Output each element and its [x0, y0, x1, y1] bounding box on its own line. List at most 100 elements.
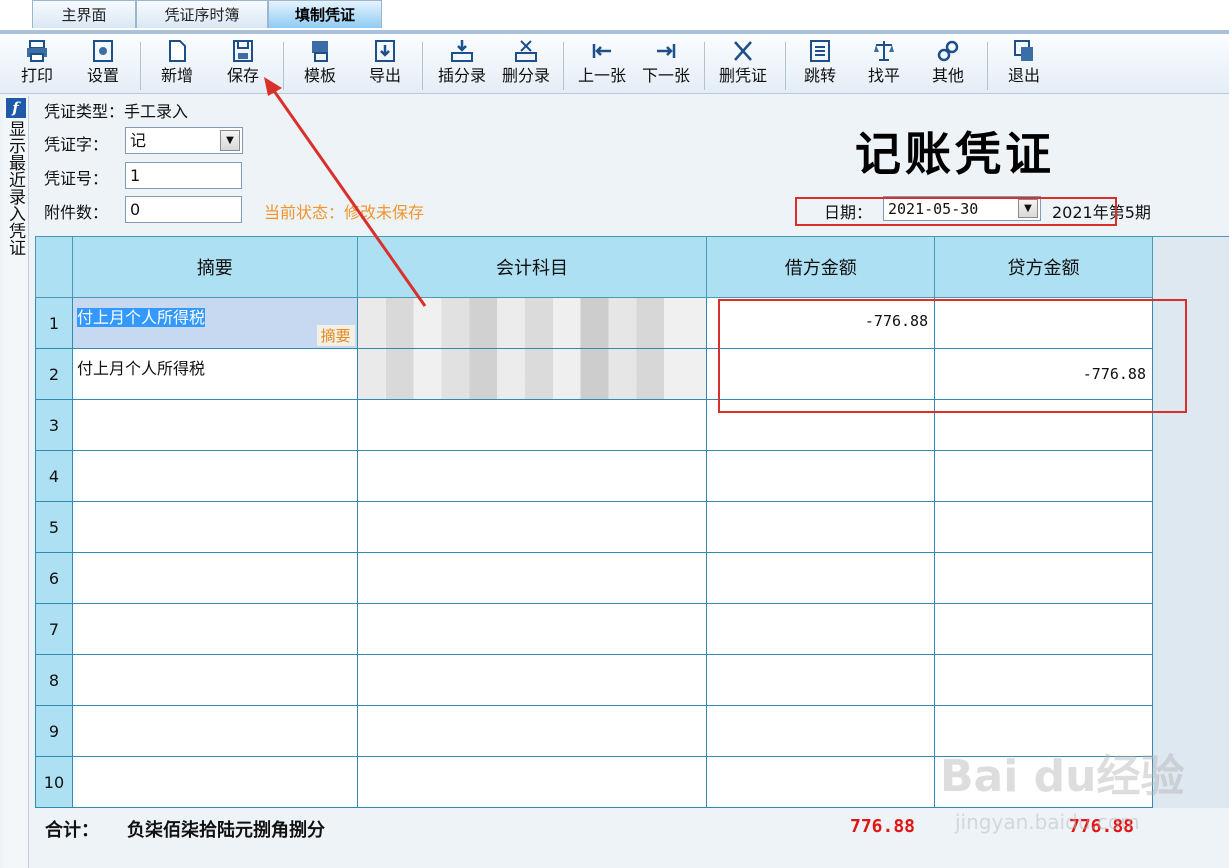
table-row: 5: [35, 501, 1153, 553]
insert-entry-button[interactable]: 插分录: [432, 38, 492, 92]
row-number: 8: [35, 654, 73, 706]
delete-entry-button[interactable]: 删分录: [496, 38, 556, 92]
account-cell[interactable]: [356, 348, 708, 400]
summary-cell[interactable]: 付上月个人所得税: [71, 348, 358, 400]
credit-cell[interactable]: [934, 552, 1153, 604]
function-icon: f: [5, 98, 26, 118]
totals-label: 合计：: [45, 820, 99, 841]
account-cell[interactable]: [356, 603, 708, 655]
debit-cell[interactable]: [706, 603, 936, 655]
next-voucher-button[interactable]: 下一张: [636, 38, 696, 92]
toolbar-separator: [140, 42, 141, 90]
credit-cell[interactable]: [934, 501, 1153, 553]
summary-cell[interactable]: [71, 501, 358, 553]
account-cell[interactable]: [356, 654, 708, 706]
summary-text: 付上月个人所得税: [76, 308, 205, 327]
account-cell[interactable]: [356, 297, 708, 349]
voucher-number-label: 凭证号：: [44, 169, 109, 188]
date-highlight-box: [795, 197, 1117, 226]
row-number: 6: [35, 552, 73, 604]
tab-voucher-journal[interactable]: 凭证序时簿: [136, 0, 268, 28]
delete-voucher-button[interactable]: 删凭证: [713, 38, 773, 92]
summary-cell[interactable]: [71, 603, 358, 655]
summary-cell[interactable]: [71, 756, 358, 808]
credit-cell[interactable]: [934, 654, 1153, 706]
jump-icon: [797, 38, 843, 66]
credit-cell[interactable]: [934, 603, 1153, 655]
totals-in-words: 负柒佰柒拾陆元捌角捌分: [127, 820, 325, 841]
summary-cell[interactable]: [71, 552, 358, 604]
scale-icon: [861, 38, 907, 66]
voucher-number-input[interactable]: 1: [125, 162, 242, 189]
new-button[interactable]: 新增: [154, 38, 200, 92]
account-cell[interactable]: [356, 552, 708, 604]
tab-main[interactable]: 主界面: [32, 0, 136, 28]
save-button[interactable]: 保存: [220, 38, 266, 92]
debit-cell[interactable]: [706, 756, 936, 808]
row-number: 10: [35, 756, 73, 808]
credit-cell[interactable]: [934, 450, 1153, 502]
new-file-icon: [154, 38, 200, 66]
exit-button[interactable]: 退出: [1001, 38, 1047, 92]
attachment-count-label: 附件数：: [44, 203, 109, 222]
export-icon: [362, 38, 408, 66]
close-icon: [713, 38, 773, 66]
debit-cell[interactable]: [706, 552, 936, 604]
jump-button[interactable]: 跳转: [797, 38, 843, 92]
watermark-url: jingyan.baidu.com: [955, 810, 1140, 834]
row-number: 4: [35, 450, 73, 502]
tab-fill-voucher[interactable]: 填制凭证: [268, 0, 382, 28]
voucher-type-label: 凭证类型：: [44, 102, 125, 121]
chevron-down-icon[interactable]: ▼: [220, 130, 240, 151]
account-cell[interactable]: [356, 756, 708, 808]
summary-header: 摘要: [71, 236, 358, 298]
row-number: 2: [35, 348, 73, 400]
row-number: 9: [35, 705, 73, 757]
debit-cell[interactable]: [706, 654, 936, 706]
attachment-count-input[interactable]: 0: [125, 196, 242, 223]
summary-cell[interactable]: [71, 450, 358, 502]
other-button[interactable]: 其他: [925, 38, 971, 92]
page-title: 记账凭证: [855, 127, 1055, 181]
balance-button[interactable]: 找平: [861, 38, 907, 92]
account-cell[interactable]: [356, 399, 708, 451]
watermark-logo: Bai du经验: [940, 751, 1185, 802]
voucher-type-row: 凭证类型：手工录入: [44, 98, 188, 122]
credit-header: 贷方金额: [934, 236, 1153, 298]
tab-bar: 主界面 凭证序时簿 填制凭证: [0, 0, 1229, 34]
summary-cell[interactable]: 付上月个人所得税 摘要: [71, 297, 358, 349]
link-icon: [925, 38, 971, 66]
settings-button[interactable]: 设置: [80, 38, 126, 92]
delete-row-icon: [496, 38, 556, 66]
save-icon: [220, 38, 266, 66]
table-row: 6: [35, 552, 1153, 604]
debit-cell[interactable]: [706, 501, 936, 553]
blurred-account: [357, 349, 707, 399]
prev-voucher-button[interactable]: 上一张: [572, 38, 632, 92]
account-cell[interactable]: [356, 501, 708, 553]
summary-tag-button[interactable]: 摘要: [316, 325, 355, 346]
account-cell[interactable]: [356, 705, 708, 757]
template-button[interactable]: 模板: [297, 38, 343, 92]
voucher-word-select[interactable]: 记 ▼: [125, 127, 243, 154]
toolbar-separator: [563, 42, 564, 90]
account-cell[interactable]: [356, 450, 708, 502]
debit-cell[interactable]: [706, 450, 936, 502]
table-row: 8: [35, 654, 1153, 706]
voucher-word-value: 记: [130, 131, 147, 150]
template-icon: [297, 38, 343, 66]
summary-cell[interactable]: [71, 654, 358, 706]
recent-voucher-strip[interactable]: f 显示最近录入凭证: [3, 96, 29, 868]
export-button[interactable]: 导出: [362, 38, 408, 92]
amount-highlight-box: [718, 299, 1187, 413]
recent-voucher-label[interactable]: 显示最近录入凭证: [3, 120, 28, 256]
debit-cell[interactable]: [706, 705, 936, 757]
exit-icon: [1001, 38, 1047, 66]
print-button[interactable]: 打印: [14, 38, 60, 92]
row-number: 3: [35, 399, 73, 451]
printer-icon: [14, 38, 60, 66]
summary-cell[interactable]: [71, 399, 358, 451]
voucher-type-value: 手工录入: [124, 102, 189, 121]
toolbar: 打印 设置 新增 保存 模板 导出 插分录 删分录 上一张 下一张 删凭证 跳转…: [0, 34, 1229, 94]
summary-cell[interactable]: [71, 705, 358, 757]
